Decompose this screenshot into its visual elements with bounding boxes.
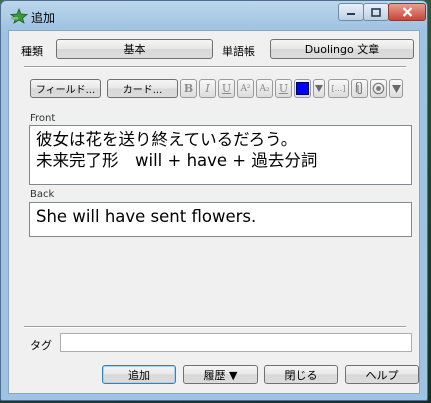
window-title: 追加	[31, 11, 56, 25]
paperclip-icon	[355, 82, 362, 95]
field-label-back: Back	[30, 189, 55, 200]
cloze-button[interactable]: [...]	[328, 79, 349, 98]
more-menu-button[interactable]	[389, 79, 403, 98]
triangle-down-icon	[315, 85, 323, 92]
front-field-line: 未来完了形 will + have + 過去分詞	[36, 151, 318, 170]
italic-button[interactable]: I	[199, 79, 216, 98]
deck-button[interactable]: Duolingo 文章	[270, 39, 414, 59]
minimize-icon	[347, 13, 355, 15]
anki-star-icon	[10, 8, 28, 24]
clear-format-button[interactable]: U	[275, 79, 292, 98]
record-button[interactable]	[370, 79, 387, 98]
note-type-button[interactable]: 基本	[56, 39, 213, 59]
back-field[interactable]: She will have sent flowers.	[29, 202, 412, 237]
add-note-window: 追加 種類 基本 単語帳 Duolingo 文章 フィールド... カード...…	[0, 0, 428, 401]
separator	[24, 66, 406, 68]
triangle-down-icon	[391, 84, 401, 93]
field-label-front: Front	[30, 113, 56, 124]
close-button[interactable]: 閉じる	[264, 365, 338, 384]
fields-button[interactable]: フィールド...	[30, 79, 101, 98]
cards-button[interactable]: カード...	[107, 79, 178, 98]
text-color-button[interactable]	[294, 79, 311, 98]
record-icon	[372, 82, 385, 95]
help-button[interactable]: ヘルプ	[345, 365, 419, 384]
underline-button[interactable]: U	[218, 79, 235, 98]
dialog-body: 種類 基本 単語帳 Duolingo 文章 フィールド... カード... B …	[8, 30, 420, 394]
history-button[interactable]: 履歴 ▼	[183, 365, 258, 384]
attach-button[interactable]	[351, 79, 368, 98]
maximize-button[interactable]	[363, 3, 389, 21]
front-field-line: 彼女は花を送り終えているだろう。	[36, 130, 298, 149]
note-type-label: 種類	[21, 45, 43, 58]
close-icon	[402, 7, 412, 17]
subscript-button[interactable]: A₂	[256, 79, 273, 98]
tags-input[interactable]	[60, 333, 412, 352]
close-window-button[interactable]	[388, 3, 426, 21]
text-color-swatch	[296, 82, 309, 95]
tags-label: タグ	[30, 339, 52, 352]
color-menu-button[interactable]	[313, 79, 325, 98]
separator	[24, 326, 406, 328]
deck-label: 単語帳	[222, 45, 255, 58]
superscript-button[interactable]: A²	[237, 79, 254, 98]
bold-button[interactable]: B	[180, 79, 197, 98]
minimize-button[interactable]	[338, 3, 364, 21]
title-bar[interactable]: 追加	[1, 1, 427, 29]
add-button[interactable]: 追加	[102, 365, 176, 384]
front-field[interactable]: 彼女は花を送り終えているだろう。 未来完了形 will + have + 過去分…	[29, 125, 412, 185]
maximize-icon	[371, 7, 381, 17]
back-field-line: She will have sent flowers.	[36, 207, 257, 226]
